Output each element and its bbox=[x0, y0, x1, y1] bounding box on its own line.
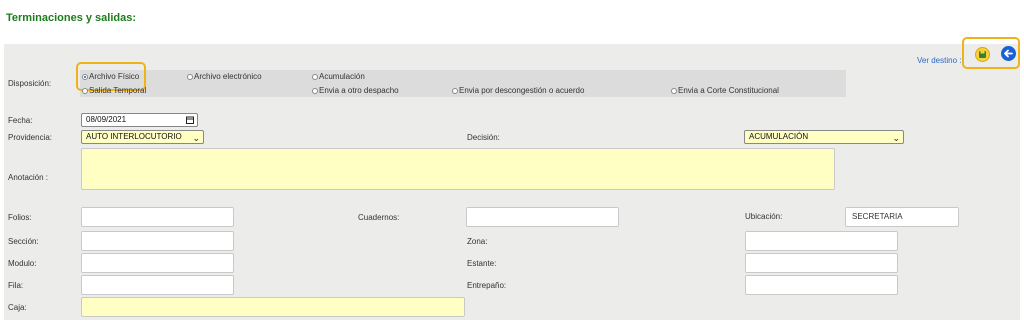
radio-salida-temporal[interactable]: Salida Temporal bbox=[82, 86, 146, 95]
decision-select[interactable]: ACUMULACIÓN ⌄ bbox=[744, 130, 904, 144]
radio-archivo-fisico[interactable]: Archivo Físico bbox=[82, 72, 139, 81]
fila-label: Fila: bbox=[8, 281, 24, 290]
radio-dot-icon bbox=[671, 88, 677, 94]
entrepano-input[interactable] bbox=[745, 275, 898, 295]
estante-label: Estante: bbox=[467, 259, 497, 268]
radio-archivo-electronico[interactable]: Archivo electrónico bbox=[187, 72, 262, 81]
radio-envia-descongestion[interactable]: Envia por descongestión o acuerdo bbox=[452, 86, 584, 95]
radio-dot-icon bbox=[312, 74, 318, 80]
caja-input[interactable] bbox=[81, 297, 465, 317]
radio-acumulacion[interactable]: Acumulación bbox=[312, 72, 365, 81]
radio-dot-icon bbox=[82, 88, 88, 94]
providencia-label: Providencia: bbox=[8, 133, 53, 142]
back-button[interactable] bbox=[1001, 46, 1016, 61]
seccion-label: Sección: bbox=[8, 237, 39, 246]
fecha-value: 08/09/2021 bbox=[86, 115, 127, 124]
folios-label: Folios: bbox=[8, 213, 32, 222]
chevron-down-icon: ⌄ bbox=[192, 133, 200, 143]
providencia-value: AUTO INTERLOCUTORIO bbox=[86, 132, 182, 141]
fecha-label: Fecha: bbox=[8, 116, 33, 125]
modulo-input[interactable] bbox=[81, 253, 234, 273]
fecha-input[interactable]: 08/09/2021 bbox=[81, 113, 198, 127]
ver-destino-link[interactable]: Ver destino : bbox=[917, 56, 961, 65]
chevron-down-icon: ⌄ bbox=[892, 133, 900, 143]
radio-dot-selected-icon bbox=[82, 74, 88, 80]
calendar-icon[interactable] bbox=[186, 116, 194, 124]
radio-envia-otro-despacho[interactable]: Envia a otro despacho bbox=[312, 86, 399, 95]
save-icon bbox=[979, 51, 986, 58]
caja-label: Caja: bbox=[8, 303, 27, 312]
decision-label: Decisión: bbox=[467, 133, 500, 142]
radio-dot-icon bbox=[452, 88, 458, 94]
zona-label: Zona: bbox=[467, 237, 488, 246]
back-arrow-icon bbox=[1004, 49, 1013, 58]
save-button[interactable] bbox=[975, 47, 990, 62]
folios-input[interactable] bbox=[81, 207, 234, 227]
decision-value: ACUMULACIÓN bbox=[749, 132, 809, 141]
providencia-select[interactable]: AUTO INTERLOCUTORIO ⌄ bbox=[81, 130, 204, 144]
entrepano-label: Entrepaño: bbox=[467, 281, 507, 290]
seccion-input[interactable] bbox=[81, 231, 234, 251]
radio-dot-icon bbox=[187, 74, 193, 80]
ubicacion-input[interactable]: SECRETARIA bbox=[845, 207, 959, 227]
fila-input[interactable] bbox=[81, 275, 234, 295]
ubicacion-label: Ubicación: bbox=[745, 212, 783, 221]
radio-envia-corte[interactable]: Envia a Corte Constitucional bbox=[671, 86, 779, 95]
page-title: Terminaciones y salidas: bbox=[6, 12, 137, 24]
anotacion-textarea[interactable] bbox=[81, 148, 835, 190]
disposicion-label: Disposición: bbox=[8, 79, 52, 88]
cuadernos-label: Cuadernos: bbox=[358, 213, 400, 222]
zona-input[interactable] bbox=[745, 231, 898, 251]
anotacion-label: Anotación : bbox=[8, 173, 49, 182]
estante-input[interactable] bbox=[745, 253, 898, 273]
radio-dot-icon bbox=[312, 88, 318, 94]
modulo-label: Modulo: bbox=[8, 259, 37, 268]
cuadernos-input[interactable] bbox=[466, 207, 619, 227]
